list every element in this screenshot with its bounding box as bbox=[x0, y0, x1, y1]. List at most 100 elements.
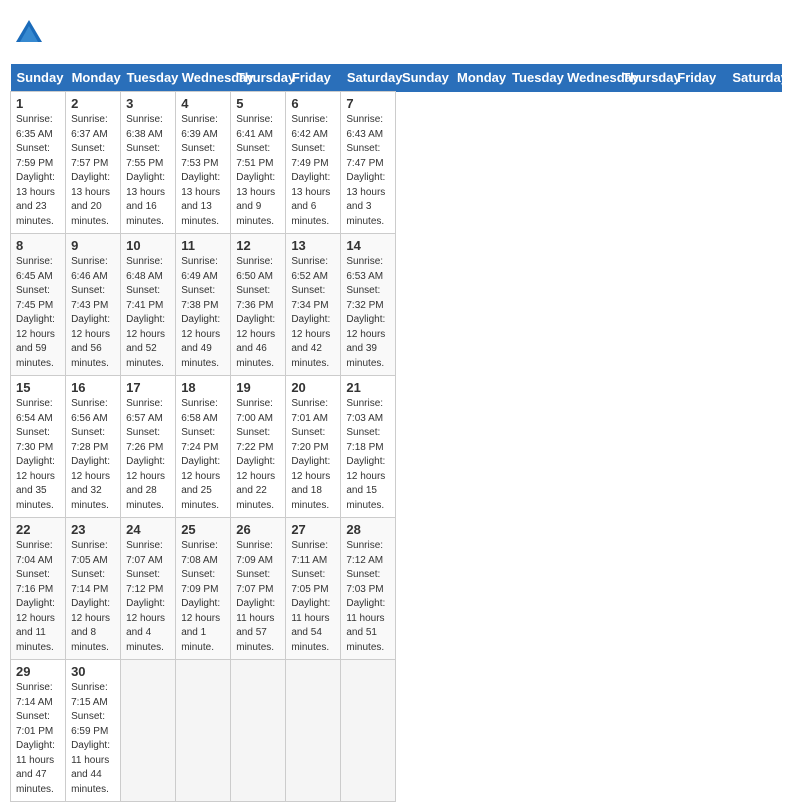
day-info: Sunrise: 6:43 AM Sunset: 7:47 PM Dayligh… bbox=[346, 113, 390, 229]
header-monday: Monday bbox=[66, 64, 121, 92]
table-row bbox=[231, 660, 286, 802]
day-number: 17 bbox=[126, 380, 170, 395]
table-row: 5 Sunrise: 6:41 AM Sunset: 7:51 PM Daylig… bbox=[231, 92, 286, 234]
day-info: Sunrise: 7:04 AM Sunset: 7:16 PM Dayligh… bbox=[16, 539, 60, 655]
header-friday: Friday bbox=[286, 64, 341, 92]
table-row: 12Sunrise: 6:50 AM Sunset: 7:36 PM Dayli… bbox=[231, 234, 286, 376]
table-row: 15 Sunrise: 6:54 AM Sunset: 7:30 PM Dayli… bbox=[11, 376, 66, 518]
day-number: 18 bbox=[181, 380, 225, 395]
calendar-week-row: 22Sunrise: 7:04 AM Sunset: 7:16 PM Dayli… bbox=[11, 518, 782, 660]
table-row bbox=[176, 660, 231, 802]
day-info: Sunrise: 6:45 AM Sunset: 7:45 PM Dayligh… bbox=[16, 255, 60, 371]
table-row: 10Sunrise: 6:48 AM Sunset: 7:41 PM Dayli… bbox=[121, 234, 176, 376]
day-info: Sunrise: 6:53 AM Sunset: 7:32 PM Dayligh… bbox=[346, 255, 390, 371]
day-number: 25 bbox=[181, 522, 225, 537]
day-number: 5 bbox=[236, 96, 280, 111]
table-row: 18Sunrise: 6:58 AM Sunset: 7:24 PM Dayli… bbox=[176, 376, 231, 518]
table-row: 29 Sunrise: 7:14 AM Sunset: 7:01 PM Dayli… bbox=[11, 660, 66, 802]
table-row: 3 Sunrise: 6:38 AM Sunset: 7:55 PM Daylig… bbox=[121, 92, 176, 234]
day-number: 9 bbox=[71, 238, 115, 253]
day-info: Sunrise: 7:11 AM Sunset: 7:05 PM Dayligh… bbox=[291, 539, 335, 655]
day-number: 1 bbox=[16, 96, 60, 111]
day-number: 21 bbox=[346, 380, 390, 395]
day-info: Sunrise: 7:15 AM Sunset: 6:59 PM Dayligh… bbox=[71, 681, 115, 797]
day-number: 26 bbox=[236, 522, 280, 537]
header-sunday: Sunday bbox=[11, 64, 66, 92]
day-number: 8 bbox=[16, 238, 60, 253]
day-number: 3 bbox=[126, 96, 170, 111]
day-number: 15 bbox=[16, 380, 60, 395]
logo bbox=[14, 18, 48, 48]
table-row: 25 Sunrise: 7:08 AM Sunset: 7:09 PM Dayli… bbox=[176, 518, 231, 660]
day-info: Sunrise: 6:54 AM Sunset: 7:30 PM Dayligh… bbox=[16, 397, 60, 513]
header-tuesday: Tuesday bbox=[506, 64, 561, 92]
header-wednesday: Wednesday bbox=[561, 64, 616, 92]
day-number: 11 bbox=[181, 238, 225, 253]
table-row: 14 Sunrise: 6:53 AM Sunset: 7:32 PM Dayli… bbox=[341, 234, 396, 376]
day-number: 6 bbox=[291, 96, 335, 111]
calendar-table: SundayMondayTuesdayWednesdayThursdayFrid… bbox=[10, 64, 782, 802]
day-number: 27 bbox=[291, 522, 335, 537]
header-thursday: Thursday bbox=[616, 64, 671, 92]
day-info: Sunrise: 6:37 AM Sunset: 7:57 PM Dayligh… bbox=[71, 113, 115, 229]
day-info: Sunrise: 6:50 AM Sunset: 7:36 PM Dayligh… bbox=[236, 255, 280, 371]
day-number: 28 bbox=[346, 522, 390, 537]
day-info: Sunrise: 6:46 AM Sunset: 7:43 PM Dayligh… bbox=[71, 255, 115, 371]
day-number: 2 bbox=[71, 96, 115, 111]
header-tuesday: Tuesday bbox=[121, 64, 176, 92]
header-saturday: Saturday bbox=[341, 64, 396, 92]
day-number: 29 bbox=[16, 664, 60, 679]
table-row bbox=[121, 660, 176, 802]
day-number: 13 bbox=[291, 238, 335, 253]
day-info: Sunrise: 6:41 AM Sunset: 7:51 PM Dayligh… bbox=[236, 113, 280, 229]
table-row: 11 Sunrise: 6:49 AM Sunset: 7:38 PM Dayli… bbox=[176, 234, 231, 376]
day-number: 24 bbox=[126, 522, 170, 537]
day-info: Sunrise: 6:35 AM Sunset: 7:59 PM Dayligh… bbox=[16, 113, 60, 229]
header-thursday: Thursday bbox=[231, 64, 286, 92]
day-number: 7 bbox=[346, 96, 390, 111]
day-info: Sunrise: 6:39 AM Sunset: 7:53 PM Dayligh… bbox=[181, 113, 225, 229]
table-row: 6 Sunrise: 6:42 AM Sunset: 7:49 PM Daylig… bbox=[286, 92, 341, 234]
calendar-week-row: 15 Sunrise: 6:54 AM Sunset: 7:30 PM Dayli… bbox=[11, 376, 782, 518]
calendar-header-row: SundayMondayTuesdayWednesdayThursdayFrid… bbox=[11, 64, 782, 92]
calendar-week-row: 29 Sunrise: 7:14 AM Sunset: 7:01 PM Dayli… bbox=[11, 660, 782, 802]
table-row: 24Sunrise: 7:07 AM Sunset: 7:12 PM Dayli… bbox=[121, 518, 176, 660]
day-info: Sunrise: 7:14 AM Sunset: 7:01 PM Dayligh… bbox=[16, 681, 60, 797]
day-number: 4 bbox=[181, 96, 225, 111]
table-row: 2 Sunrise: 6:37 AM Sunset: 7:57 PM Daylig… bbox=[66, 92, 121, 234]
header-sunday: Sunday bbox=[396, 64, 451, 92]
logo-icon bbox=[14, 18, 44, 48]
day-number: 16 bbox=[71, 380, 115, 395]
table-row: 19 Sunrise: 7:00 AM Sunset: 7:22 PM Dayli… bbox=[231, 376, 286, 518]
page-header bbox=[10, 10, 782, 56]
day-info: Sunrise: 6:42 AM Sunset: 7:49 PM Dayligh… bbox=[291, 113, 335, 229]
table-row: 27 Sunrise: 7:11 AM Sunset: 7:05 PM Dayli… bbox=[286, 518, 341, 660]
day-info: Sunrise: 7:03 AM Sunset: 7:18 PM Dayligh… bbox=[346, 397, 390, 513]
header-friday: Friday bbox=[671, 64, 726, 92]
day-number: 19 bbox=[236, 380, 280, 395]
table-row: 16Sunrise: 6:56 AM Sunset: 7:28 PM Dayli… bbox=[66, 376, 121, 518]
table-row: 17 Sunrise: 6:57 AM Sunset: 7:26 PM Dayli… bbox=[121, 376, 176, 518]
day-info: Sunrise: 6:52 AM Sunset: 7:34 PM Dayligh… bbox=[291, 255, 335, 371]
day-info: Sunrise: 6:57 AM Sunset: 7:26 PM Dayligh… bbox=[126, 397, 170, 513]
header-wednesday: Wednesday bbox=[176, 64, 231, 92]
table-row: 23 Sunrise: 7:05 AM Sunset: 7:14 PM Dayli… bbox=[66, 518, 121, 660]
table-row: 26 Sunrise: 7:09 AM Sunset: 7:07 PM Dayli… bbox=[231, 518, 286, 660]
table-row: 9 Sunrise: 6:46 AM Sunset: 7:43 PM Daylig… bbox=[66, 234, 121, 376]
day-number: 30 bbox=[71, 664, 115, 679]
day-info: Sunrise: 7:05 AM Sunset: 7:14 PM Dayligh… bbox=[71, 539, 115, 655]
table-row: 21 Sunrise: 7:03 AM Sunset: 7:18 PM Dayli… bbox=[341, 376, 396, 518]
table-row: 22Sunrise: 7:04 AM Sunset: 7:16 PM Dayli… bbox=[11, 518, 66, 660]
day-info: Sunrise: 6:38 AM Sunset: 7:55 PM Dayligh… bbox=[126, 113, 170, 229]
calendar-week-row: 1 Sunrise: 6:35 AM Sunset: 7:59 PM Daylig… bbox=[11, 92, 782, 234]
day-info: Sunrise: 6:49 AM Sunset: 7:38 PM Dayligh… bbox=[181, 255, 225, 371]
table-row: 1 Sunrise: 6:35 AM Sunset: 7:59 PM Daylig… bbox=[11, 92, 66, 234]
table-row: 28Sunrise: 7:12 AM Sunset: 7:03 PM Dayli… bbox=[341, 518, 396, 660]
day-number: 23 bbox=[71, 522, 115, 537]
day-info: Sunrise: 7:01 AM Sunset: 7:20 PM Dayligh… bbox=[291, 397, 335, 513]
day-info: Sunrise: 7:09 AM Sunset: 7:07 PM Dayligh… bbox=[236, 539, 280, 655]
table-row: 30 Sunrise: 7:15 AM Sunset: 6:59 PM Dayli… bbox=[66, 660, 121, 802]
day-info: Sunrise: 7:08 AM Sunset: 7:09 PM Dayligh… bbox=[181, 539, 225, 655]
day-info: Sunrise: 7:00 AM Sunset: 7:22 PM Dayligh… bbox=[236, 397, 280, 513]
day-number: 14 bbox=[346, 238, 390, 253]
